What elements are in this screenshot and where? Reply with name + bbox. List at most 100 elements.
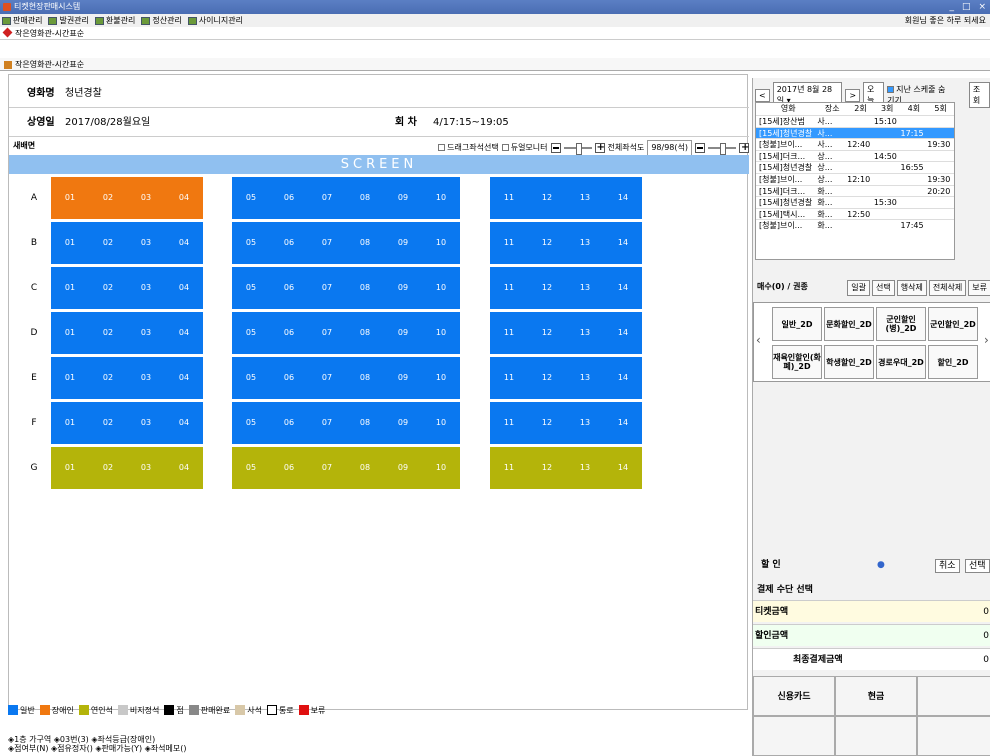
menu-sales[interactable]: 판매관리 <box>2 15 42 26</box>
menu-refund[interactable]: 환불관리 <box>94 15 135 26</box>
dual-monitor-checkbox[interactable]: 듀얼모니터 <box>501 141 548 155</box>
discount-cancel-button[interactable]: 취소 <box>935 559 960 573</box>
seat-F01[interactable]: 01 <box>51 402 89 444</box>
seat-A09[interactable]: 09 <box>384 177 422 219</box>
seat-G02[interactable]: 02 <box>89 447 127 489</box>
seat-B13[interactable]: 13 <box>566 222 604 264</box>
seat-C06[interactable]: 06 <box>270 267 308 309</box>
seat-G14[interactable]: 14 <box>604 447 642 489</box>
seat-C02[interactable]: 02 <box>89 267 127 309</box>
discount-select-button[interactable]: 선택 <box>965 559 990 573</box>
schedule-row[interactable]: [15세]장산범 사... 15:10 <box>756 115 954 127</box>
ticket-type-button[interactable]: 군인할인(병)_2D <box>876 307 926 341</box>
seat-C07[interactable]: 07 <box>308 267 346 309</box>
size-minus-button[interactable] <box>695 143 705 153</box>
seat-E05[interactable]: 05 <box>232 357 270 399</box>
seat-A02[interactable]: 02 <box>89 177 127 219</box>
seat-F11[interactable]: 11 <box>490 402 528 444</box>
schedule-row[interactable]: [15세]청년경찰 사... 17:15 <box>756 126 954 139</box>
seat-B14[interactable]: 14 <box>604 222 642 264</box>
seat-B01[interactable]: 01 <box>51 222 89 264</box>
seat-E13[interactable]: 13 <box>566 357 604 399</box>
seat-A08[interactable]: 08 <box>346 177 384 219</box>
minimize-button[interactable]: _ <box>949 0 954 14</box>
maximize-button[interactable]: □ <box>962 0 971 14</box>
payment-slot-button[interactable] <box>917 676 990 716</box>
seat-D08[interactable]: 08 <box>346 312 384 354</box>
info-icon[interactable]: ● <box>877 558 885 572</box>
seat-D12[interactable]: 12 <box>528 312 566 354</box>
ticket-next-arrow[interactable]: › <box>984 333 989 347</box>
seat-E09[interactable]: 09 <box>384 357 422 399</box>
seat-G04[interactable]: 04 <box>165 447 203 489</box>
seat-E04[interactable]: 04 <box>165 357 203 399</box>
seat-D07[interactable]: 07 <box>308 312 346 354</box>
next-date-button[interactable]: > <box>845 88 861 102</box>
seat-A04[interactable]: 04 <box>165 177 203 219</box>
close-button[interactable]: × <box>978 0 986 14</box>
ticket-type-button[interactable]: 문화할인_2D <box>824 307 874 341</box>
batch-button[interactable]: 일괄 <box>847 280 870 296</box>
seat-E07[interactable]: 07 <box>308 357 346 399</box>
ticket-type-button[interactable]: 학생할인_2D <box>824 345 874 379</box>
zoom-out-button[interactable] <box>550 143 561 153</box>
seat-G06[interactable]: 06 <box>270 447 308 489</box>
seat-D03[interactable]: 03 <box>127 312 165 354</box>
seat-D13[interactable]: 13 <box>566 312 604 354</box>
seat-G03[interactable]: 03 <box>127 447 165 489</box>
seat-F09[interactable]: 09 <box>384 402 422 444</box>
seat-F10[interactable]: 10 <box>422 402 460 444</box>
seat-F02[interactable]: 02 <box>89 402 127 444</box>
seat-E14[interactable]: 14 <box>604 357 642 399</box>
seat-A11[interactable]: 11 <box>490 177 528 219</box>
seat-C14[interactable]: 14 <box>604 267 642 309</box>
seat-G10[interactable]: 10 <box>422 447 460 489</box>
cash-button[interactable]: 현금 <box>835 676 917 716</box>
hold-button[interactable]: 보류 <box>968 280 990 296</box>
schedule-row[interactable]: [청불]브이... 화... 17:45 <box>756 219 954 231</box>
seat-E06[interactable]: 06 <box>270 357 308 399</box>
drag-select-checkbox[interactable]: 드래그좌석선택 <box>438 141 499 155</box>
ticket-type-button[interactable]: 군인할인_2D <box>928 307 978 341</box>
prev-date-button[interactable]: < <box>755 88 770 102</box>
seat-A14[interactable]: 14 <box>604 177 642 219</box>
seat-B02[interactable]: 02 <box>89 222 127 264</box>
seat-E08[interactable]: 08 <box>346 357 384 399</box>
seat-F14[interactable]: 14 <box>604 402 642 444</box>
seat-C03[interactable]: 03 <box>127 267 165 309</box>
search-button[interactable]: 조회 <box>968 82 990 108</box>
seat-E03[interactable]: 03 <box>127 357 165 399</box>
seat-D01[interactable]: 01 <box>51 312 89 354</box>
seat-B04[interactable]: 04 <box>165 222 203 264</box>
seat-A01[interactable]: 01 <box>51 177 89 219</box>
seat-D05[interactable]: 05 <box>232 312 270 354</box>
seat-A10[interactable]: 10 <box>422 177 460 219</box>
seat-F05[interactable]: 05 <box>232 402 270 444</box>
seat-A05[interactable]: 05 <box>232 177 270 219</box>
seat-A07[interactable]: 07 <box>308 177 346 219</box>
seat-G05[interactable]: 05 <box>232 447 270 489</box>
seat-E10[interactable]: 10 <box>422 357 460 399</box>
seat-C01[interactable]: 01 <box>51 267 89 309</box>
zoom-slider[interactable] <box>563 143 592 155</box>
seat-D04[interactable]: 04 <box>165 312 203 354</box>
tab-timetable[interactable]: 작은영화관-시간표순 <box>15 29 84 38</box>
seat-B08[interactable]: 08 <box>346 222 384 264</box>
seat-D10[interactable]: 10 <box>422 312 460 354</box>
ticket-type-button[interactable]: 일반_2D <box>772 307 822 341</box>
seat-A06[interactable]: 06 <box>270 177 308 219</box>
seat-F13[interactable]: 13 <box>566 402 604 444</box>
seat-D02[interactable]: 02 <box>89 312 127 354</box>
seat-G07[interactable]: 07 <box>308 447 346 489</box>
seat-B12[interactable]: 12 <box>528 222 566 264</box>
seat-B10[interactable]: 10 <box>422 222 460 264</box>
credit-card-button[interactable]: 신용카드 <box>753 676 835 716</box>
size-slider[interactable] <box>708 143 736 155</box>
seat-B09[interactable]: 09 <box>384 222 422 264</box>
ticket-prev-arrow[interactable]: ‹ <box>756 333 761 347</box>
seat-B06[interactable]: 06 <box>270 222 308 264</box>
seat-G08[interactable]: 08 <box>346 447 384 489</box>
menu-signage[interactable]: 사이니지관리 <box>187 15 243 26</box>
schedule-row[interactable]: [15세]청년경찰 화... 15:30 <box>756 196 954 208</box>
seat-G09[interactable]: 09 <box>384 447 422 489</box>
